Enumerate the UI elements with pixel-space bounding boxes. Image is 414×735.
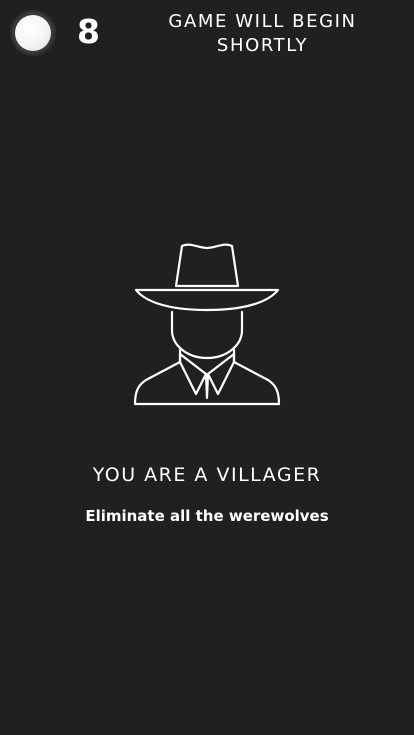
role-title: YOU ARE A VILLAGER (92, 464, 322, 486)
status-line-1: GAME WILL BEGIN (168, 11, 357, 32)
moon-disc (15, 15, 51, 51)
role-objective: Eliminate all the werewolves (85, 507, 329, 525)
countdown-timer: 8 (77, 12, 100, 51)
full-moon-icon (10, 10, 56, 56)
game-screen: 8 GAME WILL BEGIN SHORTLY YOU ARE A VILL… (0, 0, 414, 735)
top-bar: 8 GAME WILL BEGIN SHORTLY (0, 0, 414, 70)
villager-hat-icon (133, 243, 281, 406)
game-status-message: GAME WILL BEGIN SHORTLY (150, 10, 375, 58)
status-line-2: SHORTLY (216, 35, 309, 56)
